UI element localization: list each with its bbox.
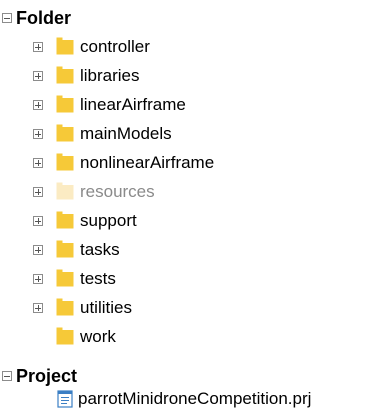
folder-icon <box>56 327 74 345</box>
collapse-icon[interactable] <box>2 371 12 381</box>
folder-item[interactable]: tests <box>0 266 378 292</box>
folder-label: mainModels <box>80 124 172 143</box>
folder-item[interactable]: controller <box>0 34 378 60</box>
folder-icon <box>56 269 74 287</box>
folder-icon <box>56 240 74 258</box>
folder-icon <box>56 182 74 200</box>
folder-item[interactable]: libraries <box>0 63 378 89</box>
folder-label: support <box>80 211 137 230</box>
project-file-label: parrotMinidroneCompetition.prj <box>78 389 312 408</box>
folder-label: resources <box>80 182 155 201</box>
folder-icon <box>56 211 74 229</box>
folder-item[interactable]: resources <box>0 179 378 205</box>
expand-icon[interactable] <box>33 216 43 226</box>
folder-label: libraries <box>80 66 140 85</box>
folder-item[interactable]: mainModels <box>0 121 378 147</box>
expand-icon[interactable] <box>33 71 43 81</box>
folder-label: nonlinearAirframe <box>80 153 215 172</box>
section-folder-label: Folder <box>16 8 72 28</box>
expand-icon[interactable] <box>33 100 43 110</box>
folder-label: work <box>80 327 116 346</box>
expand-icon[interactable] <box>33 158 43 168</box>
folder-icon <box>56 95 74 113</box>
folder-label: utilities <box>80 298 132 317</box>
project-file-icon <box>57 390 73 408</box>
folder-label: tests <box>80 269 116 288</box>
folder-label: controller <box>80 37 150 56</box>
folder-item[interactable]: tasks <box>0 237 378 263</box>
folder-item[interactable]: work <box>0 324 378 350</box>
collapse-icon[interactable] <box>2 13 12 23</box>
folder-icon <box>56 153 74 171</box>
folder-icon <box>56 66 74 84</box>
folder-item[interactable]: utilities <box>0 295 378 321</box>
folder-icon <box>56 298 74 316</box>
folder-label: linearAirframe <box>80 95 186 114</box>
folder-icon <box>56 37 74 55</box>
expand-icon[interactable] <box>33 274 43 284</box>
folder-item[interactable]: linearAirframe <box>0 92 378 118</box>
expand-icon[interactable] <box>33 303 43 313</box>
expand-icon[interactable] <box>33 245 43 255</box>
folder-item[interactable]: nonlinearAirframe <box>0 150 378 176</box>
folder-label: tasks <box>80 240 120 259</box>
project-file-item[interactable]: parrotMinidroneCompetition.prj <box>0 388 378 410</box>
section-project-label: Project <box>16 366 78 386</box>
expand-icon[interactable] <box>33 129 43 139</box>
folder-icon <box>56 124 74 142</box>
expand-icon[interactable] <box>33 187 43 197</box>
folder-item[interactable]: support <box>0 208 378 234</box>
file-tree: Folder controller libraries linearAirframe… <box>0 0 378 412</box>
expand-icon[interactable] <box>33 42 43 52</box>
